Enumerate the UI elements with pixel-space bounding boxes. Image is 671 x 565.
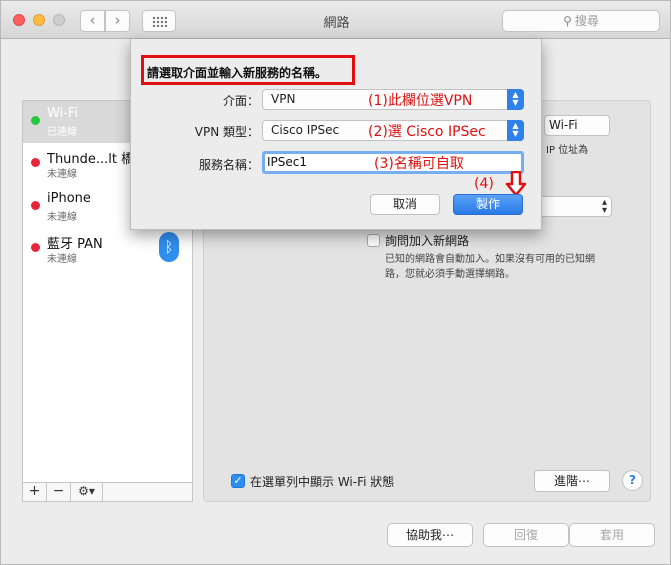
service-name: Wi-Fi	[47, 106, 79, 121]
service-status: 已連線	[47, 127, 77, 138]
show-wifi-status-checkbox[interactable]: ✓	[231, 474, 245, 488]
assist-me-button[interactable]: 協助我⋯	[387, 523, 473, 547]
vpn-type-value: Cisco IPSec	[271, 123, 340, 137]
chevron-updown-icon: ▲ ▼	[507, 120, 524, 141]
interface-value: VPN	[271, 92, 296, 106]
remove-service-button[interactable]: −	[47, 483, 71, 501]
vpn-type-label: VPN 類型：	[194, 125, 259, 139]
advanced-button[interactable]: 進階⋯	[534, 470, 610, 492]
gear-menu-button[interactable]: ⚙▾	[71, 483, 103, 501]
service-item-bluetooth-pan[interactable]: 藍牙 PAN 未連線 ᛒ	[23, 228, 192, 270]
service-name: iPhone	[47, 191, 91, 206]
add-service-button[interactable]: +	[23, 483, 47, 501]
status-dot-disconnected	[31, 201, 40, 210]
service-name-value: IPSec1	[267, 155, 308, 169]
bluetooth-icon: ᛒ	[159, 232, 179, 262]
wifi-toggle-button[interactable]: Wi-Fi	[544, 115, 610, 136]
help-button[interactable]: ?	[622, 470, 643, 491]
chevron-updown-icon: ▴ ▾	[601, 197, 607, 216]
checkmark-icon: ✓	[233, 474, 243, 487]
ask-join-description: 已知的網路會自動加入。如果沒有可用的已知網路，您就必須手動選擇網路。	[385, 254, 595, 280]
title-bar: ‹ › 網路 ⚲ 搜尋	[1, 1, 670, 39]
sheet-prompt: 請選取介面並輸入新服務的名稱。	[147, 66, 328, 80]
new-service-sheet: 請選取介面並輸入新服務的名稱。 介面： VPN ▲ ▼ VPN 類型： Cisco…	[130, 39, 542, 230]
gear-icon: ⚙▾	[78, 484, 95, 498]
annotation-step-4: (4)	[474, 176, 494, 192]
search-placeholder: 搜尋	[574, 14, 599, 28]
search-field[interactable]: ⚲ 搜尋	[502, 10, 660, 32]
apply-button[interactable]: 套用	[569, 523, 655, 547]
ask-join-checkbox[interactable]	[367, 234, 380, 247]
cancel-button[interactable]: 取消	[370, 194, 440, 215]
service-list-toolbar: + − ⚙▾	[23, 482, 192, 501]
chevron-updown-icon: ▲ ▼	[507, 89, 524, 110]
ask-join-label: 詢問加入新網路	[385, 234, 470, 248]
service-status: 未連線	[47, 254, 77, 265]
annotation-step-3: (3)名稱可自取	[374, 156, 464, 172]
ip-address-text: IP 位址為	[546, 145, 589, 156]
status-dot-disconnected	[31, 158, 40, 167]
annotation-step-1: (1)此欄位選VPN	[368, 93, 473, 109]
create-button[interactable]: 製作	[453, 194, 523, 215]
service-status: 未連線	[47, 212, 77, 223]
annotation-step-2: (2)選 Cisco IPSec	[368, 124, 486, 140]
show-wifi-status-label: 在選單列中顯示 Wi-Fi 狀態	[250, 475, 395, 489]
status-dot-disconnected	[31, 243, 40, 252]
service-name-label: 服務名稱：	[198, 158, 259, 172]
service-status: 未連線	[47, 169, 77, 180]
interface-label: 介面：	[222, 94, 259, 108]
revert-button[interactable]: 回復	[483, 523, 569, 547]
search-icon: ⚲	[563, 14, 572, 28]
status-dot-connected	[31, 116, 40, 125]
network-preferences-window: ‹ › 網路 ⚲ 搜尋 Wi-Fi 已連線 Thunde...lt 橋接 未連線 …	[0, 0, 671, 565]
